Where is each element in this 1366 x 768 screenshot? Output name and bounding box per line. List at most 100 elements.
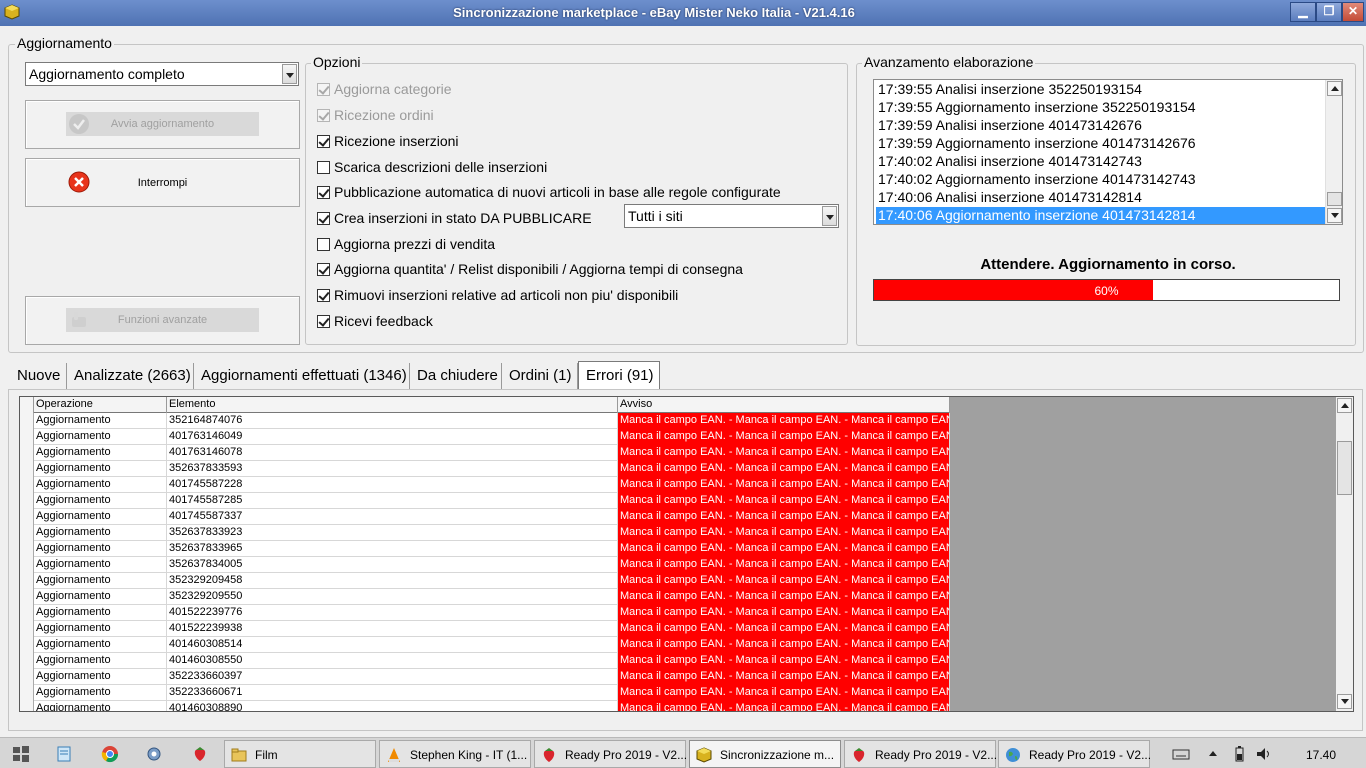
option-checkbox[interactable]: Aggiorna quantita' / Relist disponibili … <box>317 260 827 280</box>
option-checkbox[interactable]: Scarica descrizioni delle inserzioni <box>317 158 827 178</box>
table-row[interactable]: Aggiornamento 401745587337 Manca il campo … <box>20 509 950 525</box>
table-row[interactable]: Aggiornamento 401522239776 Manca il campo … <box>20 605 950 621</box>
table-row[interactable]: Aggiornamento 352233660397 Manca il campo … <box>20 669 950 685</box>
stop-button[interactable]: Interrompi <box>25 158 300 207</box>
chrome-icon[interactable] <box>101 745 119 763</box>
grid-scrollbar[interactable] <box>1336 397 1353 711</box>
option-checkbox[interactable]: Ricezione inserzioni <box>317 132 827 152</box>
title-bar: Sincronizzazione marketplace - eBay Mist… <box>0 0 1366 26</box>
log-line[interactable]: 17:39:55 Aggiornamento inserzione 352250… <box>876 99 1326 117</box>
log-line[interactable]: 17:39:59 Aggiornamento inserzione 401473… <box>876 135 1326 153</box>
log-line[interactable]: 17:39:55 Analisi inserzione 352250193154 <box>876 81 1326 99</box>
scroll-up-button[interactable] <box>1327 81 1342 96</box>
keyboard-icon[interactable] <box>1172 745 1190 763</box>
checkbox-box[interactable] <box>317 83 330 96</box>
table-row[interactable]: Aggiornamento 352164874076 Manca il campo … <box>20 413 950 429</box>
update-mode-select[interactable]: Aggiornamento completo <box>25 62 299 86</box>
log-line[interactable]: 17:40:06 Analisi inserzione 401473142814 <box>876 189 1326 207</box>
scroll-down-button[interactable] <box>1327 208 1342 223</box>
scroll-up-button[interactable] <box>1337 398 1352 413</box>
windows-start-icon[interactable] <box>12 745 30 763</box>
log-scrollbar[interactable] <box>1325 80 1342 224</box>
option-checkbox[interactable]: Aggiorna categorie <box>317 80 827 100</box>
log-line[interactable]: 17:40:02 Aggiornamento inserzione 401473… <box>876 171 1326 189</box>
option-checkbox[interactable]: Rimuovi inserzioni relative ad articoli … <box>317 286 827 306</box>
table-row[interactable]: Aggiornamento 352233660671 Manca il campo … <box>20 685 950 701</box>
option-checkbox[interactable]: Pubblicazione automatica di nuovi artico… <box>317 183 827 203</box>
tab[interactable]: Aggiornamenti effettuati (1346) <box>194 363 410 389</box>
element-cell: 401460308890 <box>167 701 618 711</box>
checkbox-box[interactable] <box>317 161 330 174</box>
close-button[interactable]: ✕ <box>1342 2 1364 22</box>
site-select[interactable]: Tutti i siti <box>624 204 839 228</box>
start-update-button[interactable]: Avvia aggiornamento <box>25 100 300 149</box>
tab[interactable]: Ordini (1) <box>502 363 578 389</box>
minimize-button[interactable]: ▁ <box>1290 2 1316 22</box>
strawberry-icon[interactable] <box>191 745 209 763</box>
option-checkbox[interactable]: Aggiorna prezzi di vendita <box>317 235 827 255</box>
checkbox-box[interactable] <box>317 289 330 302</box>
table-row[interactable]: Aggiornamento 352637833923 Manca il campo … <box>20 525 950 541</box>
tray-expand-icon[interactable] <box>1209 751 1217 756</box>
checkbox-box[interactable] <box>317 186 330 199</box>
log-line[interactable]: 17:40:02 Analisi inserzione 401473142743 <box>876 153 1326 171</box>
table-row[interactable]: Aggiornamento 352637833593 Manca il campo … <box>20 461 950 477</box>
log-line[interactable]: 17:40:06 Aggiornamento inserzione 401473… <box>876 207 1326 224</box>
volume-icon[interactable] <box>1255 745 1273 763</box>
advanced-functions-button[interactable]: Funzioni avanzate <box>25 296 300 345</box>
table-row[interactable]: Aggiornamento 352329209550 Manca il campo … <box>20 589 950 605</box>
taskbar-button[interactable]: Stephen King - IT (1... <box>379 740 531 768</box>
warning-cell: Manca il campo EAN. - Manca il campo EAN… <box>618 637 950 653</box>
taskbar-button[interactable]: Ready Pro 2019 - V2... <box>998 740 1151 768</box>
taskbar-button[interactable]: Ready Pro 2019 - V2... <box>534 740 687 768</box>
checkbox-box[interactable] <box>317 212 330 225</box>
column-header: Elemento <box>167 397 618 413</box>
table-row[interactable]: Aggiornamento 352637834005 Manca il campo … <box>20 557 950 573</box>
table-row[interactable]: Aggiornamento 401763146078 Manca il campo … <box>20 445 950 461</box>
checkbox-box[interactable] <box>317 135 330 148</box>
maximize-button[interactable]: ❐ <box>1316 2 1342 22</box>
operation-cell: Aggiornamento <box>34 605 167 621</box>
table-row[interactable]: Aggiornamento 401460308514 Manca il campo … <box>20 637 950 653</box>
checkbox-box[interactable] <box>317 315 330 328</box>
table-row[interactable]: Aggiornamento 401522239938 Manca il campo … <box>20 621 950 637</box>
operation-cell: Aggiornamento <box>34 445 167 461</box>
status-message: Attendere. Aggiornamento in corso. <box>980 256 1236 273</box>
tab[interactable]: Nuove <box>10 363 67 389</box>
table-row[interactable]: Aggiornamento 401745587228 Manca il campo … <box>20 477 950 493</box>
scroll-down-button[interactable] <box>1337 694 1352 709</box>
log-line[interactable]: 17:39:59 Analisi inserzione 401473142676 <box>876 117 1326 135</box>
table-row[interactable]: Aggiornamento 401745587285 Manca il campo … <box>20 493 950 509</box>
taskbar-button[interactable]: Film <box>224 740 376 768</box>
globe-icon <box>1006 748 1020 762</box>
row-selector <box>20 557 34 573</box>
clock[interactable]: 17.40 <box>1306 748 1336 762</box>
table-row[interactable]: Aggiornamento 352637833965 Manca il campo … <box>20 541 950 557</box>
option-checkbox[interactable]: Ricezione ordini <box>317 106 827 126</box>
taskbar-button[interactable]: Sincronizzazione m... <box>689 740 841 768</box>
checkbox-box[interactable] <box>317 109 330 122</box>
dropdown-button[interactable] <box>282 64 297 84</box>
taskbar-button[interactable]: Ready Pro 2019 - V2... <box>844 740 997 768</box>
tab[interactable]: Errori (91) <box>578 361 660 389</box>
checkbox-box[interactable] <box>317 263 330 276</box>
notepad-icon[interactable] <box>55 745 73 763</box>
log-list[interactable]: 17:39:55 Analisi inserzione 352250193154… <box>873 79 1343 225</box>
scroll-thumb[interactable] <box>1327 192 1342 206</box>
operation-cell: Aggiornamento <box>34 557 167 573</box>
table-row[interactable]: Aggiornamento 352329209458 Manca il campo … <box>20 573 950 589</box>
errors-grid[interactable]: Operazione Elemento Avviso Aggiornamento 352… <box>19 396 1354 712</box>
checkbox-box[interactable] <box>317 238 330 251</box>
option-checkbox[interactable]: Ricevi feedback <box>317 312 827 332</box>
settings-icon[interactable] <box>145 745 163 763</box>
table-row[interactable]: Aggiornamento 401763146049 Manca il campo … <box>20 429 950 445</box>
tab[interactable]: Da chiudere <box>410 363 502 389</box>
table-row[interactable]: Aggiornamento 401460308890 Manca il campo … <box>20 701 950 711</box>
table-row[interactable]: Aggiornamento 401460308550 Manca il campo … <box>20 653 950 669</box>
start-update-label: Avvia aggiornamento <box>110 118 215 130</box>
row-selector-header <box>20 397 34 413</box>
scroll-thumb[interactable] <box>1337 441 1352 495</box>
tab[interactable]: Analizzate (2663) <box>67 363 194 389</box>
battery-icon[interactable] <box>1230 745 1248 763</box>
dropdown-button[interactable] <box>822 206 837 226</box>
